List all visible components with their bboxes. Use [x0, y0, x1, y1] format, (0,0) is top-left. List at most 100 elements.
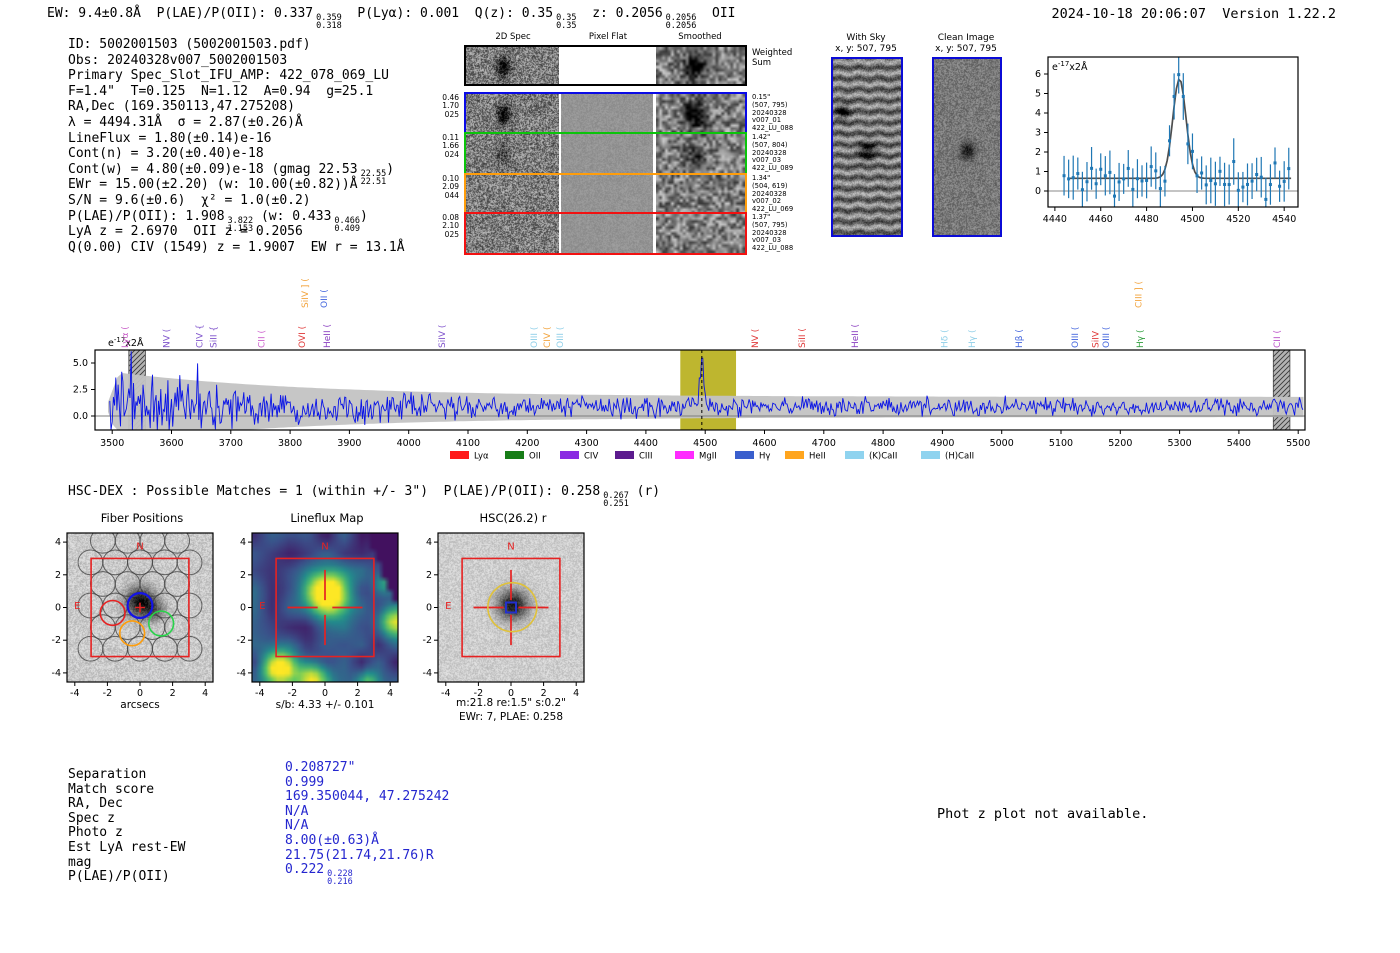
info-line: S/N = 9.6(±0.6) χ² = 1.0(±0.2): [68, 192, 311, 208]
spectral-line-label: Hγ (: [1136, 330, 1146, 348]
svg-text:4600: 4600: [752, 438, 776, 449]
match-table-label: Match score: [68, 781, 155, 797]
svg-text:4: 4: [202, 688, 208, 699]
svg-text:0: 0: [426, 603, 432, 614]
svg-text:-2: -2: [237, 635, 246, 646]
legend-label: (H)CaII: [945, 452, 974, 462]
svg-text:0.0: 0.0: [73, 411, 88, 422]
spectral-line-label: OIII (: [530, 327, 540, 348]
legend-label: Hγ: [759, 452, 770, 462]
svg-text:4500: 4500: [693, 438, 717, 449]
panel-title: Fiber Positions: [101, 511, 184, 525]
legend-label: Lyα: [474, 452, 489, 462]
spectral-line-label: CII (: [1273, 330, 1283, 348]
svg-text:2: 2: [426, 570, 432, 581]
svg-text:2: 2: [55, 570, 61, 581]
info-line: ID: 5002001503 (5002001503.pdf): [68, 37, 311, 52]
svg-text:2: 2: [170, 688, 176, 699]
svg-text:4: 4: [55, 537, 61, 548]
svg-text:1: 1: [1035, 167, 1041, 178]
spectral-line-label: OIII (: [1071, 327, 1081, 348]
info-line: Cont(w) = 4.80(±0.09)e-18 (gmag 22.53 22.…: [68, 161, 395, 187]
spec2d-row-left-label: 0.46 1.70 025: [442, 93, 459, 119]
svg-text:5100: 5100: [1049, 438, 1073, 449]
spectral-line-label: CIV (: [543, 327, 553, 348]
svg-text:5000: 5000: [990, 438, 1014, 449]
info-line: Cont(n) = 3.20(±0.40)e-18: [68, 146, 264, 162]
pixel-flat-image: [561, 175, 653, 214]
with-sky-image-frame: [831, 57, 903, 237]
svg-text:3: 3: [1035, 128, 1041, 139]
clean-image-coords: x, y: 507, 795: [935, 44, 997, 54]
svg-text:-2: -2: [103, 688, 112, 699]
info-line: P(LAE)/P(OII): 1.908 3.822 1.153 (w: 0.433…: [68, 208, 368, 234]
svg-text:-2: -2: [423, 635, 432, 646]
info-line: Primary Spec_Slot_IFU_AMP: 422_078_069_L…: [68, 68, 389, 84]
match-table-value: 8.00(±0.63)Å: [285, 832, 379, 848]
photz-note: Phot z plot not available.: [937, 806, 1149, 822]
match-table-label: mag: [68, 854, 92, 870]
spec2d-row-left-label: 0.10 2.09 044: [442, 174, 459, 200]
spectral-line-label: HeII (: [323, 324, 333, 348]
compass-east: E: [259, 601, 265, 612]
spec2d-smoothed-image: [656, 47, 745, 84]
svg-text:-2: -2: [288, 688, 297, 699]
clean-image-title: Clean Image: [937, 33, 995, 43]
sup-sub-value: 0.359 0.318: [316, 13, 342, 31]
spec2d-exposure-row: [464, 132, 747, 175]
report-timestamp: 2024-10-18 20:06:07 Version 1.22.2: [1051, 6, 1336, 22]
svg-text:4000: 4000: [397, 438, 421, 449]
svg-text:3700: 3700: [219, 438, 243, 449]
svg-text:4540: 4540: [1272, 214, 1296, 225]
panel-xlabel: arcsecs: [120, 699, 159, 711]
svg-text:4520: 4520: [1226, 214, 1250, 225]
spec2d-image: [466, 47, 559, 84]
legend-label: CIII: [639, 452, 652, 462]
spec2d-row-right-label: 0.15" (507, 795) 20240328 v007_01 422_LU…: [752, 93, 794, 133]
svg-text:4480: 4480: [1135, 214, 1159, 225]
legend-label: MgII: [699, 452, 717, 462]
info-line: RA,Dec (169.350113,47.275208): [68, 99, 295, 115]
match-table-label: P(LAE)/P(OII): [68, 869, 170, 885]
match-table-label: Est LyA rest-EW: [68, 839, 186, 855]
spectral-line-label: Lyα (: [121, 326, 131, 348]
svg-text:-4: -4: [423, 668, 432, 679]
svg-text:-4: -4: [70, 688, 79, 699]
svg-text:3800: 3800: [278, 438, 302, 449]
compass-north: N: [507, 541, 514, 552]
info-line: EWr = 15.00(±2.20) (w: 10.00(±0.82))Å: [68, 177, 358, 193]
svg-text:4440: 4440: [1043, 214, 1067, 225]
legend-label: OII: [529, 452, 541, 462]
spec2d-row-left-label: 0.08 2.10 025: [442, 213, 459, 239]
pixel-flat-image: [561, 214, 653, 253]
clean-image-image: [934, 59, 1000, 235]
svg-text:4100: 4100: [456, 438, 480, 449]
pixel-flat-image: [561, 134, 653, 173]
spectral-line-label: NV (: [163, 329, 173, 348]
svg-text:4700: 4700: [812, 438, 836, 449]
spectral-line-label: Hγ (: [968, 330, 978, 348]
panel-title: HSC(26.2) r: [480, 511, 547, 525]
match-table-value: N/A: [285, 818, 309, 834]
spec2d-smoothed-image: [656, 214, 745, 253]
spec2d-row-right-label: 1.42" (507, 804) 20240328 v007_03 422_LU…: [752, 133, 794, 173]
svg-text:-4: -4: [237, 668, 246, 679]
detection-info-block: ID: 5002001503 (5002001503.pdf) Obs: 2024…: [68, 37, 405, 255]
inset-unit-label: e-17x2Å: [1052, 60, 1088, 73]
spec2d-col-header: 2D Spec: [495, 32, 531, 42]
svg-text:0: 0: [240, 603, 246, 614]
pixel-flat-image: [561, 94, 653, 133]
svg-text:4: 4: [240, 537, 246, 548]
spec2d-smoothed-image: [656, 94, 745, 133]
match-table-value: N/A: [285, 803, 309, 819]
svg-text:4: 4: [1035, 108, 1041, 119]
spectral-line-label: OII (: [320, 289, 330, 308]
panel-caption: m:21.8 re:1.5" s:0.2": [456, 697, 566, 709]
info-line: Q(0.00) CIV (1549) z = 1.9007 EW r = 13.…: [68, 239, 405, 255]
svg-text:0: 0: [55, 603, 61, 614]
spec2d-image: [466, 214, 559, 253]
panel-caption-2: EWr: 7, PLAE: 0.258: [459, 711, 563, 723]
spec2d-smoothed-image: [656, 134, 745, 173]
svg-text:3500: 3500: [100, 438, 124, 449]
svg-text:2: 2: [1035, 147, 1041, 158]
